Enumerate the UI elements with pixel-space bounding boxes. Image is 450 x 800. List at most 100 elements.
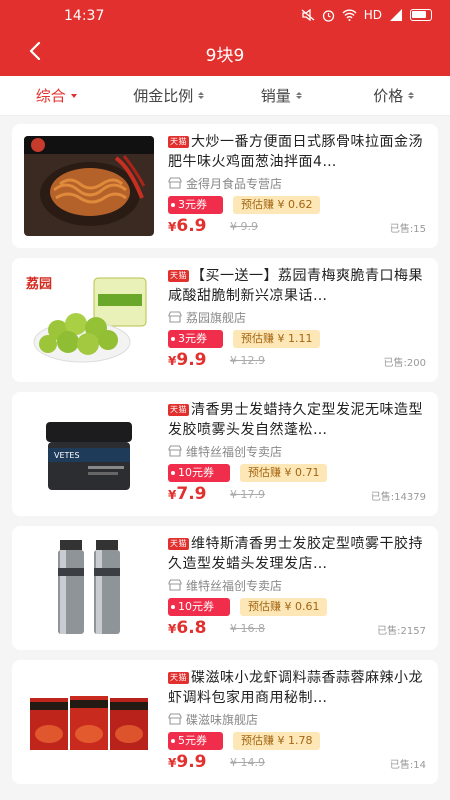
shop-icon <box>168 311 182 323</box>
sort-label: 价格 <box>373 87 404 105</box>
sort-arrows-icon <box>408 92 415 99</box>
sort-comprehensive[interactable]: 综合 <box>0 76 113 115</box>
sort-sales[interactable]: 销量 <box>225 76 338 115</box>
sort-label: 佣金比例 <box>133 87 194 105</box>
estimated-earning: 预估赚 ¥ 1.78 <box>233 732 321 750</box>
price-row: ¥9.9 ¥ 12.9 已售:200 <box>168 350 430 372</box>
product-card[interactable]: 天猫 碟滋味小龙虾调料蒜香蒜蓉麻辣小龙虾调料包家用商用秘制… 碟滋味旗舰店 5元券… <box>12 660 438 784</box>
product-list: 天猫 大炒一番方便面日式豚骨味拉面金汤肥牛味火鸡面葱油拌面4… 金得月食品专营店 … <box>12 124 438 794</box>
shop-name-text: 金得月食品专营店 <box>186 176 283 191</box>
coupon-badge[interactable]: 3元券 <box>168 196 223 214</box>
battery-icon <box>410 9 432 21</box>
shop-name: 维特丝福创专卖店 <box>168 577 430 593</box>
dropdown-arrow-icon <box>70 93 77 98</box>
network-label: HD <box>363 8 382 22</box>
sold-count: 已售:14379 <box>370 492 426 503</box>
product-title-text: 清香男士发蜡持久定型发泥无味造型发胶喷雾头发自然蓬松… <box>168 402 423 438</box>
product-image: VETES <box>24 404 154 504</box>
product-info: 天猫 维特斯清香男士发胶定型喷雾干胶持久造型发蜡头发理发店… 维特丝福创专卖店 1… <box>168 534 430 616</box>
estimated-earning: 预估赚 ¥ 0.71 <box>240 464 328 482</box>
product-info: 天猫 大炒一番方便面日式豚骨味拉面金汤肥牛味火鸡面葱油拌面4… 金得月食品专营店 … <box>168 132 430 214</box>
app-header: 14:37 HD 9块9 <box>0 0 450 76</box>
tags-row: 3元券 预估赚 ¥ 1.11 <box>168 330 430 348</box>
price-row: ¥6.9 ¥ 9.9 已售:15 <box>168 216 430 238</box>
sort-label: 综合 <box>35 87 66 105</box>
price-row: ¥9.9 ¥ 14.9 已售:14 <box>168 752 430 774</box>
tmall-badge: 天猫 <box>168 136 189 148</box>
sort-commission-rate[interactable]: 佣金比例 <box>113 76 226 115</box>
sort-arrows-icon <box>198 92 205 99</box>
estimated-earning: 预估赚 ¥ 1.11 <box>233 330 321 348</box>
product-title: 天猫 维特斯清香男士发胶定型喷雾干胶持久造型发蜡头发理发店… <box>168 534 430 574</box>
coupon-badge[interactable]: 10元券 <box>168 598 230 616</box>
current-price: ¥9.9 <box>168 350 207 370</box>
shop-icon <box>168 445 182 457</box>
original-price: ¥ 12.9 <box>230 354 265 367</box>
original-price: ¥ 16.8 <box>230 622 265 635</box>
sort-arrows-icon <box>295 92 302 99</box>
product-image <box>24 672 154 772</box>
shop-icon <box>168 177 182 189</box>
coupon-badge[interactable]: 3元券 <box>168 330 223 348</box>
product-title-text: 【买一送一】荔园青梅爽脆青口梅果咸酸甜脆制新兴凉果话… <box>168 268 423 304</box>
original-price: ¥ 17.9 <box>230 488 265 501</box>
tmall-badge: 天猫 <box>168 404 189 416</box>
price-row: ¥7.9 ¥ 17.9 已售:14379 <box>168 484 430 506</box>
product-card[interactable]: VETES 天猫 清香男士发蜡持久定型发泥无味造型发胶喷雾头发自然蓬松… 维特丝福… <box>12 392 438 516</box>
shop-name-text: 维特丝福创专卖店 <box>186 578 283 593</box>
page-title: 9块9 <box>205 46 245 66</box>
product-card[interactable]: 天猫 维特斯清香男士发胶定型喷雾干胶持久造型发蜡头发理发店… 维特丝福创专卖店 1… <box>12 526 438 650</box>
brand-logo-text: 荔园 <box>25 276 52 292</box>
product-info: 天猫 碟滋味小龙虾调料蒜香蒜蓉麻辣小龙虾调料包家用商用秘制… 碟滋味旗舰店 5元券… <box>168 668 430 750</box>
tags-row: 10元券 预估赚 ¥ 0.61 <box>168 598 430 616</box>
current-price: ¥7.9 <box>168 484 207 504</box>
estimated-earning: 预估赚 ¥ 0.61 <box>240 598 328 616</box>
product-card[interactable]: 天猫 大炒一番方便面日式豚骨味拉面金汤肥牛味火鸡面葱油拌面4… 金得月食品专营店 … <box>12 124 438 248</box>
original-price: ¥ 9.9 <box>230 220 258 233</box>
shop-name: 荔园旗舰店 <box>168 309 430 325</box>
tmall-badge: 天猫 <box>168 672 189 684</box>
shop-name: 碟滋味旗舰店 <box>168 711 430 727</box>
sort-price[interactable]: 价格 <box>338 76 450 115</box>
product-image <box>24 136 154 236</box>
sold-count: 已售:14 <box>389 760 426 771</box>
product-info: 天猫 【买一送一】荔园青梅爽脆青口梅果咸酸甜脆制新兴凉果话… 荔园旗舰店 3元券 … <box>168 266 430 348</box>
alarm-icon <box>322 9 334 22</box>
status-icons: HD <box>301 8 432 22</box>
coupon-badge[interactable]: 5元券 <box>168 732 223 750</box>
nav-bar: 9块9 <box>0 32 450 72</box>
shop-name-text: 碟滋味旗舰店 <box>186 712 259 727</box>
product-title: 天猫 清香男士发蜡持久定型发泥无味造型发胶喷雾头发自然蓬松… <box>168 400 430 440</box>
coupon-badge[interactable]: 10元券 <box>168 464 230 482</box>
shop-icon <box>168 713 182 725</box>
tags-row: 5元券 预估赚 ¥ 1.78 <box>168 732 430 750</box>
product-title-text: 维特斯清香男士发胶定型喷雾干胶持久造型发蜡头发理发店… <box>168 536 423 572</box>
wifi-icon <box>342 9 357 21</box>
status-time: 14:37 <box>64 8 105 24</box>
tags-row: 3元券 预估赚 ¥ 0.62 <box>168 196 430 214</box>
product-info: 天猫 清香男士发蜡持久定型发泥无味造型发胶喷雾头发自然蓬松… 维特丝福创专卖店 1… <box>168 400 430 482</box>
current-price: ¥6.9 <box>168 216 207 236</box>
shop-name-text: 维特丝福创专卖店 <box>186 444 283 459</box>
product-title-text: 碟滋味小龙虾调料蒜香蒜蓉麻辣小龙虾调料包家用商用秘制… <box>168 670 423 706</box>
signal-icon <box>390 9 402 21</box>
current-price: ¥6.8 <box>168 618 207 638</box>
sold-count: 已售:15 <box>389 224 426 235</box>
shop-name-text: 荔园旗舰店 <box>186 310 247 325</box>
product-title: 天猫 【买一送一】荔园青梅爽脆青口梅果咸酸甜脆制新兴凉果话… <box>168 266 430 306</box>
product-image: 荔园 <box>24 270 154 370</box>
product-brand-text: VETES <box>54 451 80 460</box>
original-price: ¥ 14.9 <box>230 756 265 769</box>
product-title: 天猫 碟滋味小龙虾调料蒜香蒜蓉麻辣小龙虾调料包家用商用秘制… <box>168 668 430 708</box>
shop-name: 金得月食品专营店 <box>168 175 430 191</box>
shop-icon <box>168 579 182 591</box>
tmall-badge: 天猫 <box>168 270 189 282</box>
sort-bar: 综合 佣金比例 销量 价格 <box>0 76 450 116</box>
sold-count: 已售:2157 <box>377 626 426 637</box>
current-price: ¥9.9 <box>168 752 207 772</box>
sort-label: 销量 <box>260 87 291 105</box>
product-image <box>24 538 154 638</box>
product-title-text: 大炒一番方便面日式豚骨味拉面金汤肥牛味火鸡面葱油拌面4… <box>168 134 423 170</box>
estimated-earning: 预估赚 ¥ 0.62 <box>233 196 321 214</box>
product-card[interactable]: 荔园 天猫 【买一送一】荔园青梅爽脆青口梅果咸酸甜脆制新兴凉果话… 荔园旗舰店 3… <box>12 258 438 382</box>
